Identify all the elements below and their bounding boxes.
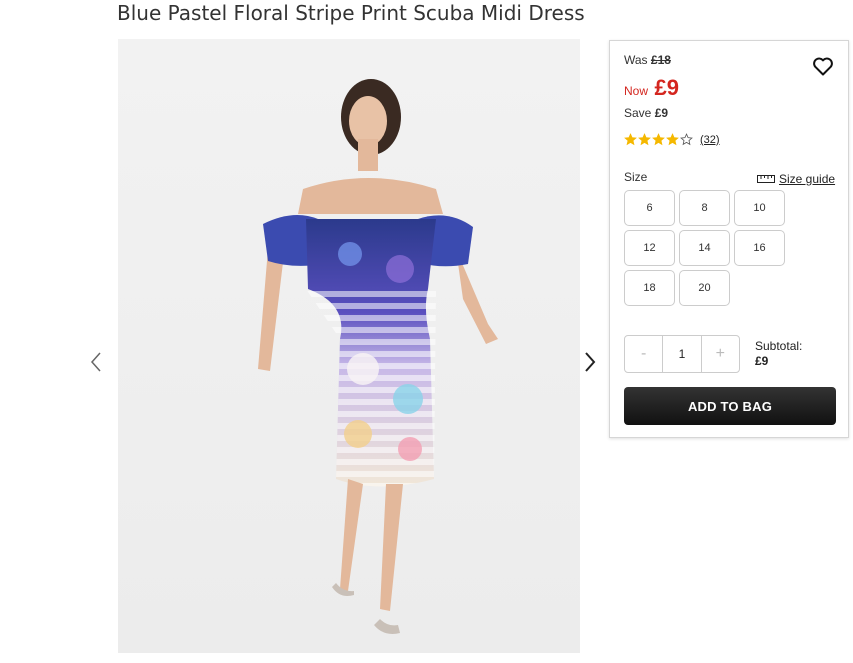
rating: (32) xyxy=(624,133,720,146)
subtotal-amount: £9 xyxy=(755,354,769,368)
wishlist-button[interactable] xyxy=(811,54,835,78)
quantity-value[interactable]: 1 xyxy=(662,336,702,372)
quantity-stepper: - 1 + xyxy=(624,335,740,373)
gallery-next-button[interactable] xyxy=(580,347,600,377)
ruler-icon xyxy=(757,175,775,183)
now-label: Now xyxy=(624,84,649,98)
size-option-18[interactable]: 18 xyxy=(624,270,675,306)
quantity-decrease-button[interactable]: - xyxy=(625,336,662,372)
quantity-increase-button[interactable]: + xyxy=(702,336,739,372)
save-value: £9 xyxy=(654,106,669,120)
was-amount: £18 xyxy=(650,53,671,67)
star-filled-icon xyxy=(666,133,679,146)
size-option-14[interactable]: 14 xyxy=(679,230,730,266)
add-to-bag-button[interactable]: ADD TO BAG xyxy=(624,387,836,425)
size-guide-link[interactable]: Size guide xyxy=(757,172,835,186)
star-filled-icon xyxy=(624,133,637,146)
subtotal-label: Subtotal: xyxy=(755,339,803,353)
product-title: Blue Pastel Floral Stripe Print Scuba Mi… xyxy=(117,1,585,25)
star-filled-icon xyxy=(652,133,665,146)
chevron-left-icon xyxy=(90,352,101,372)
size-option-6[interactable]: 6 xyxy=(624,190,675,226)
size-option-8[interactable]: 8 xyxy=(679,190,730,226)
size-option-20[interactable]: 20 xyxy=(679,270,730,306)
purchase-panel: Was £18 Now £9 Save £9 (32) Size Size gu… xyxy=(609,40,849,438)
save-amount: Save £9 xyxy=(624,106,668,120)
chevron-right-icon xyxy=(585,352,596,372)
gallery-prev-button[interactable] xyxy=(86,347,106,377)
star-filled-icon xyxy=(638,133,651,146)
star-rating xyxy=(624,133,693,146)
size-label: Size xyxy=(624,170,648,184)
size-option-12[interactable]: 12 xyxy=(624,230,675,266)
size-options: 6 8 10 12 14 16 18 20 xyxy=(624,190,794,306)
product-photo xyxy=(118,39,580,653)
was-price: Was £18 xyxy=(624,53,671,67)
was-label: Was xyxy=(624,53,648,67)
save-label: Save xyxy=(624,106,652,120)
heart-outline-icon xyxy=(813,57,833,76)
star-empty-icon xyxy=(680,133,693,146)
product-image xyxy=(118,39,580,653)
size-option-10[interactable]: 10 xyxy=(734,190,785,226)
now-amount: £9 xyxy=(654,75,679,100)
reviews-link[interactable]: (32) xyxy=(700,134,720,146)
now-price: Now £9 xyxy=(624,75,679,101)
size-option-16[interactable]: 16 xyxy=(734,230,785,266)
size-guide-label: Size guide xyxy=(779,172,836,186)
subtotal: Subtotal: £9 xyxy=(755,339,802,369)
